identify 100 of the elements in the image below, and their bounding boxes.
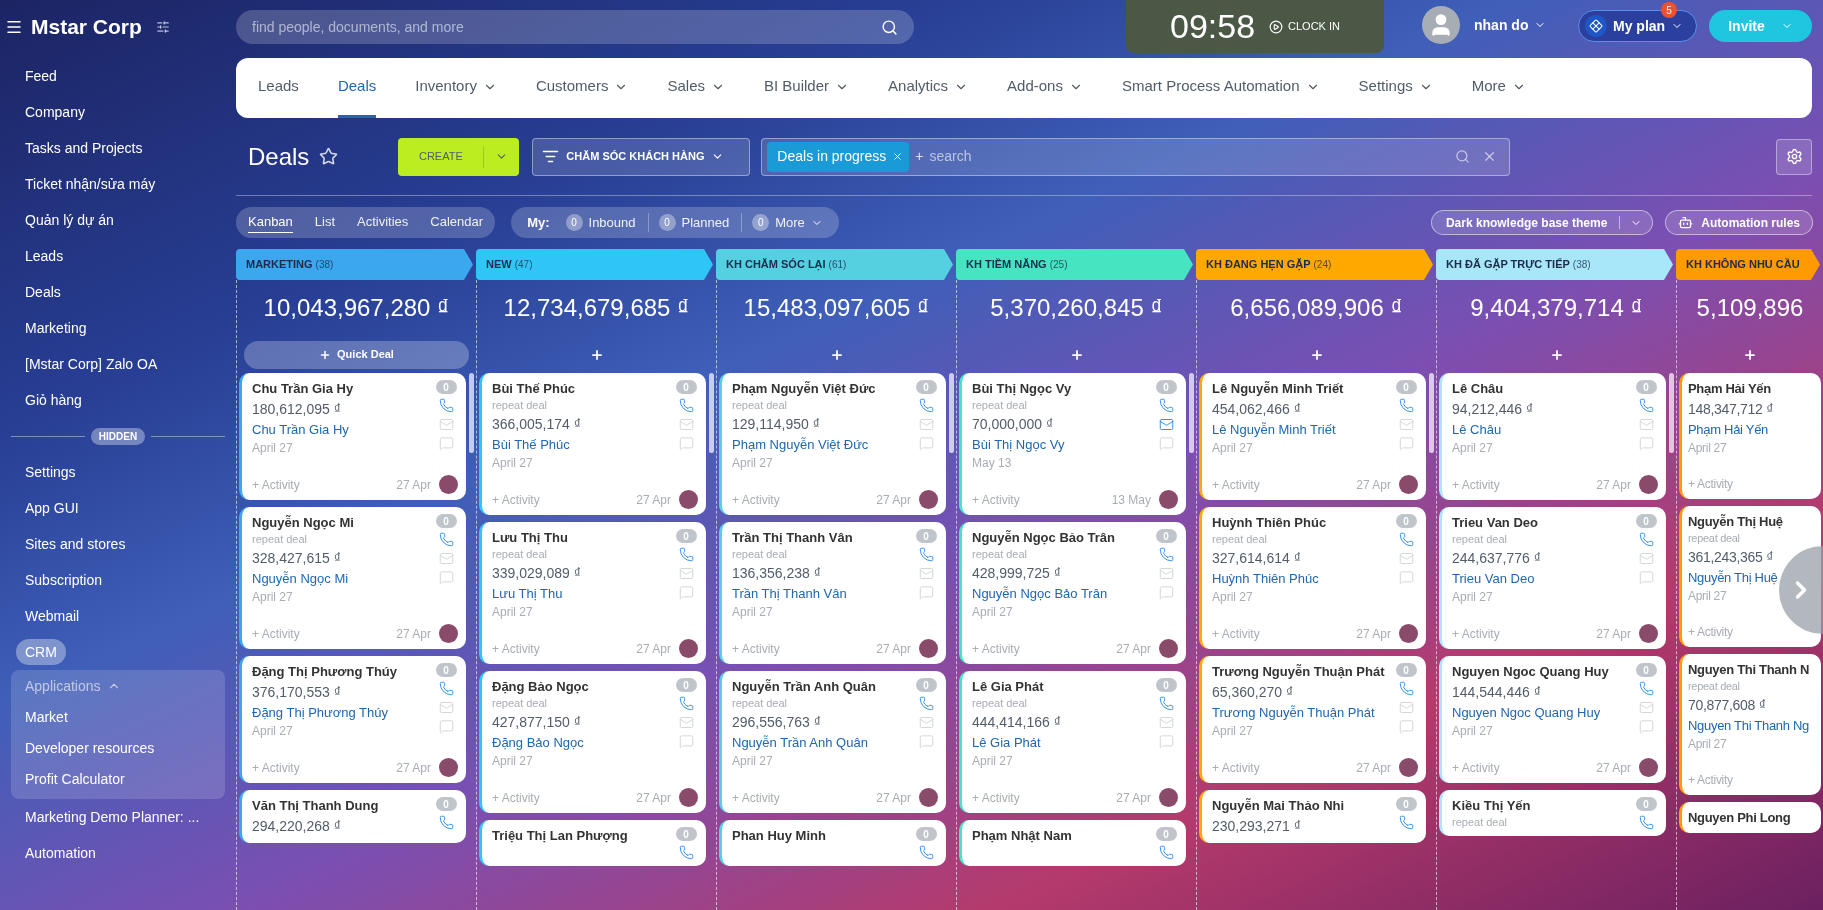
avatar-placeholder[interactable] <box>919 639 938 658</box>
counter-link[interactable]: Inbound <box>588 212 636 233</box>
deal-card[interactable]: Lê Gia Phát repeat deal 444,414,166 ₫ Lê Gia Phát April 27 0 + Activity 27 Apr <box>959 671 1186 813</box>
scrollbar-thumb[interactable] <box>1669 373 1674 453</box>
sidebar-item[interactable]: Subscription <box>16 567 112 593</box>
phone-icon[interactable] <box>438 532 454 547</box>
sidebar-item[interactable]: Profit Calculator <box>16 766 134 793</box>
stage-header[interactable]: KH CHĂM SÓC LẠI (61) <box>716 249 953 280</box>
deal-title[interactable]: Chu Trần Gia Hy <box>252 380 354 398</box>
contact-link[interactable]: Nguyễn Trần Anh Quân <box>732 733 868 753</box>
sidebar-item[interactable]: Quản lý dự án <box>16 207 123 233</box>
deal-card[interactable]: Phạm Nguyễn Việt Đức repeat deal 129,114,950 ₫ Phạm Nguyễn Việt Đức April 27 0 + Activity 27 Apr <box>719 373 946 515</box>
sidebar-item[interactable]: Marketing Demo Planner: ... <box>16 804 209 830</box>
deal-title[interactable]: Lê Nguyễn Minh Triết <box>1212 380 1344 398</box>
stage-header[interactable]: KH ĐANG HẸN GẶP (24) <box>1196 249 1433 280</box>
sidebar-item[interactable]: Deals <box>16 279 70 305</box>
phone-icon[interactable] <box>918 696 934 711</box>
sliders-icon[interactable] <box>155 19 170 34</box>
deal-card[interactable]: Nguyen Ngoc Quang Huy 144,544,446 ₫ Nguyen Ngoc Quang Huy April 27 0 + Activity 27 Apr <box>1439 656 1666 783</box>
view-tab[interactable]: Activities <box>357 212 409 233</box>
deal-title[interactable]: Đặng Thị Phương Thúy <box>252 663 398 681</box>
contact-link[interactable]: Phạm Hải Yến <box>1688 420 1768 440</box>
deal-card[interactable]: Trieu Van Deo repeat deal 244,637,776 ₫ Trieu Van Deo April 27 0 + Activity 27 Apr <box>1439 507 1666 649</box>
view-tab[interactable]: List <box>314 212 336 233</box>
deal-title[interactable]: Triệu Thị Lan Phượng <box>492 827 628 845</box>
phone-icon[interactable] <box>918 547 934 562</box>
star-icon[interactable] <box>319 147 339 166</box>
phone-icon[interactable] <box>1398 815 1414 830</box>
phone-icon[interactable] <box>1158 696 1174 711</box>
category-filter[interactable]: CHĂM SÓC KHÁCH HÀNG <box>532 137 751 176</box>
deal-card[interactable]: Lưu Thị Thu repeat deal 339,029,089 ₫ Lưu Thị Thu April 27 0 + Activity 27 Apr <box>479 522 706 664</box>
sidebar-item[interactable]: Automation <box>16 840 105 866</box>
deal-card[interactable]: Nguyen Phi Long <box>1679 802 1821 833</box>
deal-title[interactable]: Phan Huy Minh <box>732 827 826 845</box>
search-field[interactable]: find people, documents, and more <box>236 10 914 44</box>
view-tab[interactable]: Kanban <box>248 212 293 233</box>
view-tab[interactable]: Calendar <box>430 212 484 233</box>
deal-card[interactable]: Trần Thị Thanh Vân repeat deal 136,356,238 ₫ Trần Thị Thanh Vân April 27 0 + Activity 27 Apr <box>719 522 946 664</box>
deal-title[interactable]: Nguyen Thi Thanh N <box>1688 661 1809 679</box>
deal-title[interactable]: Trần Thị Thanh Vân <box>732 529 853 547</box>
deal-card[interactable]: Phạm Nhật Nam 0 <box>959 820 1186 866</box>
avatar-placeholder[interactable] <box>919 490 938 509</box>
automation-rules-button[interactable]: Automation rules <box>1665 210 1813 235</box>
counter-link[interactable]: Planned <box>681 212 730 233</box>
sidebar-item[interactable]: Tasks and Projects <box>16 135 152 161</box>
avatar-placeholder[interactable] <box>1399 475 1418 494</box>
deal-card[interactable]: Kiều Thị Yến repeat deal 0 <box>1439 790 1666 836</box>
deal-card[interactable]: Trương Nguyễn Thuận Phát 65,360,270 ₫ Trương Nguyễn Thuận Phát April 27 0 + Activity 27 Apr <box>1199 656 1426 783</box>
deal-title[interactable]: Trương Nguyễn Thuận Phát <box>1212 663 1385 681</box>
sidebar-item[interactable]: Market <box>16 704 77 731</box>
phone-icon[interactable] <box>1398 398 1414 413</box>
nav-tab[interactable]: Settings <box>1358 58 1433 118</box>
theme-button[interactable]: Dark knowledge base theme <box>1430 210 1654 235</box>
scrollbar-thumb[interactable] <box>1189 373 1194 453</box>
nav-tab[interactable]: Leads <box>258 58 299 118</box>
deal-title[interactable]: Huỳnh Thiên Phúc <box>1212 514 1327 532</box>
scrollbar-thumb[interactable] <box>709 373 714 453</box>
avatar-placeholder[interactable] <box>1639 475 1658 494</box>
scrollbar-thumb[interactable] <box>949 373 954 453</box>
settings-button[interactable] <box>1776 138 1812 175</box>
avatar-placeholder[interactable] <box>1159 639 1178 658</box>
avatar-placeholder[interactable] <box>1399 758 1418 777</box>
nav-tab[interactable]: More <box>1471 58 1526 118</box>
sidebar-item[interactable]: App GUI <box>16 495 88 521</box>
deal-title[interactable]: Nguyễn Mai Thảo Nhi <box>1212 797 1345 815</box>
contact-link[interactable]: Trần Thị Thanh Vân <box>732 584 847 604</box>
avatar-placeholder[interactable] <box>439 758 458 777</box>
contact-link[interactable]: Nguyễn Thị Huệ <box>1688 568 1778 588</box>
stage-header[interactable]: NEW (47) <box>476 249 713 280</box>
contact-link[interactable]: Bùi Thế Phúc <box>492 435 570 455</box>
quick-deal-button[interactable]: Quick Deal <box>244 340 469 369</box>
deal-card[interactable]: Triệu Thị Lan Phượng 0 <box>479 820 706 866</box>
nav-tab[interactable]: Customers <box>535 58 629 118</box>
phone-icon[interactable] <box>438 681 454 696</box>
deal-title[interactable]: Văn Thị Thanh Dung <box>252 797 379 815</box>
phone-icon[interactable] <box>1638 815 1654 830</box>
avatar-placeholder[interactable] <box>679 788 698 807</box>
scrollbar-thumb[interactable] <box>1429 373 1434 453</box>
phone-icon[interactable] <box>1638 398 1654 413</box>
scrollbar-thumb[interactable] <box>469 373 474 453</box>
deal-title[interactable]: Nguyễn Ngọc Bảo Trân <box>972 529 1116 547</box>
phone-icon[interactable] <box>678 845 694 860</box>
phone-icon[interactable] <box>1398 681 1414 696</box>
avatar-placeholder[interactable] <box>439 624 458 643</box>
user-avatar[interactable] <box>1422 6 1460 44</box>
avatar-placeholder[interactable] <box>919 788 938 807</box>
sidebar-item[interactable]: Settings <box>16 459 85 485</box>
deal-title[interactable]: Lê Châu <box>1452 380 1504 398</box>
contact-link[interactable]: Đặng Thị Phương Thúy <box>252 703 388 723</box>
deal-title[interactable]: Bùi Thế Phúc <box>492 380 576 398</box>
deal-card[interactable]: Văn Thị Thanh Dung 294,220,268 ₫ 0 <box>239 790 466 843</box>
avatar-placeholder[interactable] <box>679 639 698 658</box>
contact-link[interactable]: Bùi Thị Ngọc Vy <box>972 435 1065 455</box>
close-icon[interactable] <box>892 151 904 162</box>
sidebar-item[interactable]: Giỏ hàng <box>16 387 91 413</box>
avatar-placeholder[interactable] <box>1399 624 1418 643</box>
filter-search-field[interactable]: Deals in progress + search <box>761 137 1511 176</box>
deal-title[interactable]: Nguyễn Thị Huệ <box>1688 513 1783 531</box>
phone-icon[interactable] <box>678 696 694 711</box>
deal-card[interactable]: Phạm Hải Yến 148,347,712 ₫ Phạm Hải Yến April 27 + Activity <box>1679 373 1821 499</box>
